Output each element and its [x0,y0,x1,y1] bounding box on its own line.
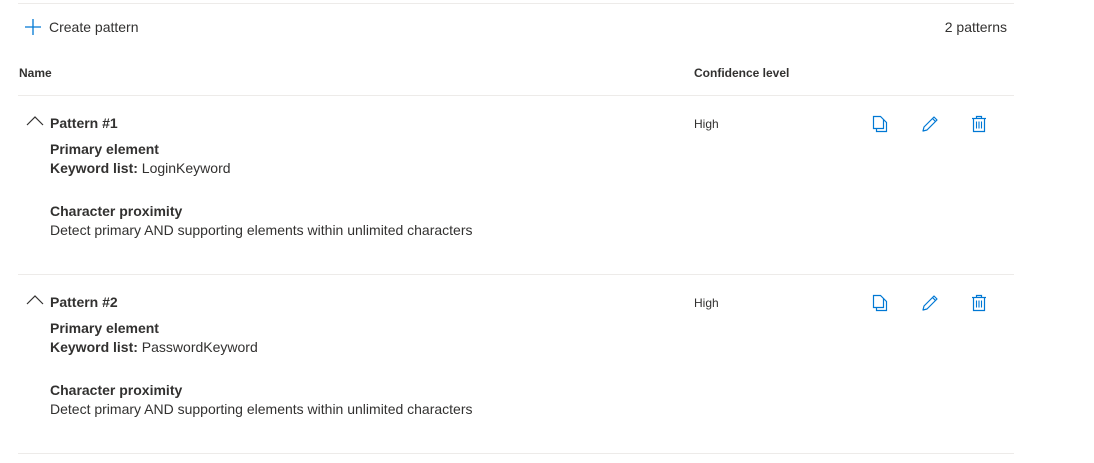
edit-pattern-button[interactable] [918,291,942,315]
pattern-title: Pattern #2 [50,294,118,310]
character-proximity-heading: Character proximity [50,203,183,219]
pattern-title: Pattern #1 [50,115,118,131]
character-proximity-heading: Character proximity [50,382,183,398]
row-actions [868,291,998,313]
plus-icon [24,18,42,36]
chevron-up-icon [26,293,44,311]
keyword-list-value: LoginKeyword [141,160,231,176]
primary-element-heading: Primary element [50,320,159,336]
pattern-count: 2 patterns [944,19,1007,35]
pencil-icon [921,115,939,133]
delete-pattern-button[interactable] [967,112,991,136]
copy-pattern-button[interactable] [868,291,892,315]
command-bar: Create pattern 2 patterns [18,12,1014,42]
create-pattern-button[interactable]: Create pattern [24,12,139,42]
chevron-up-icon [26,114,44,132]
character-proximity-text: Detect primary AND supporting elements w… [50,222,473,238]
keyword-list-value: PasswordKeyword [141,339,258,355]
edit-pattern-button[interactable] [918,112,942,136]
character-proximity-text: Detect primary AND supporting elements w… [50,401,473,417]
delete-pattern-button[interactable] [967,291,991,315]
create-pattern-label: Create pattern [49,19,139,35]
trash-icon [971,115,987,133]
copy-icon [872,115,888,133]
keyword-list-line: Keyword list: PasswordKeyword [50,339,258,355]
copy-pattern-button[interactable] [868,112,892,136]
top-divider [18,3,1014,4]
column-header-name[interactable]: Name [19,66,52,80]
keyword-list-label: Keyword list: [50,160,138,176]
confidence-level: High [694,117,719,131]
collapse-toggle-button[interactable] [24,291,46,313]
primary-element-heading: Primary element [50,141,159,157]
column-header-confidence[interactable]: Confidence level [694,66,789,80]
copy-icon [872,294,888,312]
table-header: Name Confidence level [18,58,1014,96]
confidence-level: High [694,296,719,310]
trash-icon [971,294,987,312]
table-row: Pattern #1 Primary element Keyword list:… [18,96,1014,275]
row-actions [868,112,998,134]
table-row: Pattern #2 Primary element Keyword list:… [18,275,1014,454]
keyword-list-label: Keyword list: [50,339,138,355]
keyword-list-line: Keyword list: LoginKeyword [50,160,231,176]
collapse-toggle-button[interactable] [24,112,46,134]
patterns-panel: Create pattern 2 patterns Name Confidenc… [0,0,1094,463]
pencil-icon [921,294,939,312]
